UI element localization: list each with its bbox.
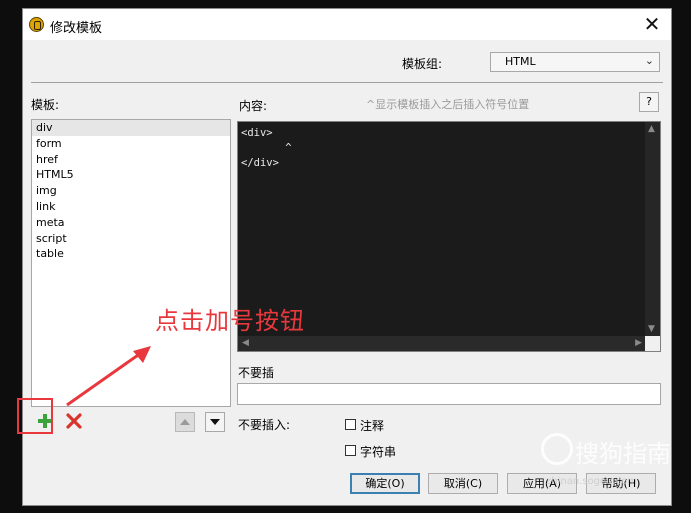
help-button[interactable]: ? (639, 92, 659, 112)
template-list-item[interactable]: script (32, 231, 230, 247)
cancel-button[interactable]: 取消(C) (428, 473, 498, 494)
arrow-up-icon (180, 419, 190, 425)
horizontal-scrollbar[interactable]: ◀ ▶ (238, 336, 646, 351)
template-group-value: HTML (505, 55, 536, 68)
no-insert-label: 不要插 (238, 366, 275, 380)
app-icon (29, 17, 44, 32)
template-group-select[interactable]: HTML ⌄ (490, 52, 660, 72)
comment-label: 注释 (360, 419, 385, 433)
close-icon[interactable]: ✕ (641, 13, 663, 35)
template-list-item[interactable]: form (32, 136, 230, 152)
scrollbar-corner (645, 336, 660, 351)
template-group-label: 模板组: (402, 57, 443, 71)
string-label: 字符串 (360, 445, 397, 459)
annotation-arrow-icon (66, 346, 151, 407)
templates-label: 模板: (31, 98, 60, 112)
watermark-subtext: zhinan.sogou.com (546, 476, 638, 487)
vertical-scrollbar[interactable]: ▲ ▼ (645, 122, 660, 336)
template-list-item[interactable]: div (32, 120, 230, 136)
template-list-item[interactable]: img (32, 183, 230, 199)
comment-checkbox[interactable] (345, 419, 356, 430)
arrow-down-icon (210, 419, 220, 425)
scroll-down-icon[interactable]: ▼ (648, 324, 655, 334)
delete-template-button[interactable] (64, 411, 84, 431)
annotation-text: 点击加号按钮 (155, 307, 305, 335)
scroll-right-icon[interactable]: ▶ (635, 338, 642, 348)
add-button-highlight (17, 398, 53, 434)
chevron-down-icon: ⌄ (644, 54, 654, 67)
delete-x-icon (66, 413, 82, 429)
template-list-item[interactable]: meta (32, 215, 230, 231)
template-list-item[interactable]: table (32, 246, 230, 262)
move-up-button[interactable] (175, 412, 195, 432)
scroll-left-icon[interactable]: ◀ (242, 338, 249, 348)
move-down-button[interactable] (205, 412, 225, 432)
template-list-item[interactable]: link (32, 199, 230, 215)
ok-button[interactable]: 确定(O) (350, 473, 420, 494)
content-label: 内容: (239, 99, 268, 113)
watermark-text: 搜狗指南 (575, 440, 671, 468)
watermark-logo-icon (541, 433, 573, 465)
caret-hint: ^显示模板插入之后插入符号位置 (366, 98, 530, 111)
no-insert-into-label: 不要插入: (238, 418, 291, 432)
title-bar: 修改模板 ✕ (23, 9, 671, 40)
no-insert-input[interactable] (237, 383, 661, 405)
code-text: <div> ^ </div> (241, 127, 292, 169)
scroll-up-icon[interactable]: ▲ (648, 124, 655, 134)
modify-template-dialog: 修改模板 ✕ 模板组: HTML ⌄ 模板: 内容: ^显示模板插入之后插入符号… (17, 8, 672, 506)
template-list-item[interactable]: href (32, 152, 230, 168)
divider (31, 82, 663, 83)
string-checkbox[interactable] (345, 445, 356, 456)
template-list-item[interactable]: HTML5 (32, 167, 230, 183)
window-title: 修改模板 (50, 21, 103, 36)
